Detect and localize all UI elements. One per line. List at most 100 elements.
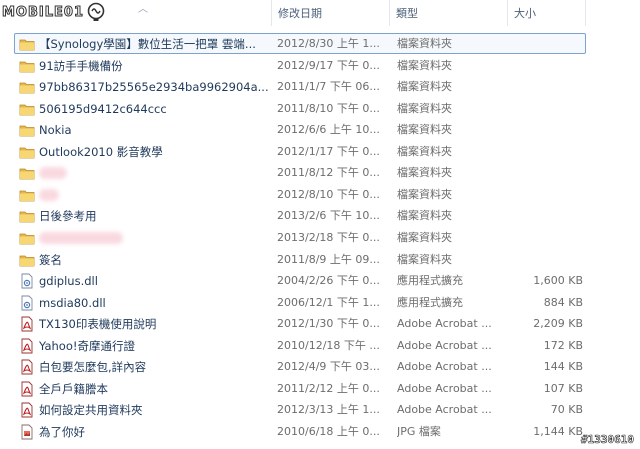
file-modified-date: 2011/8/12 下午 0... [277,166,380,180]
folder-icon [19,144,35,160]
folder-row[interactable]: Nokia 2012/6/6 上午 10... 檔案資料夾 [14,119,586,140]
column-header-type[interactable]: 類型 [390,0,508,26]
folder-row[interactable]: 2012/8/10 下午 0... 檔案資料夾 [14,184,586,205]
pdf-file-icon [19,381,35,397]
file-name: 簽名 [39,252,62,267]
dll-file-icon [19,295,35,311]
file-row[interactable]: TX130印表機使用說明 2012/1/30 下午 0... Adobe Acrob… [14,313,586,334]
file-row[interactable]: 白包要怎麼包,詳內容 2012/4/9 下午 03... Adobe Acrobat… [14,356,586,377]
file-row[interactable]: 為了你好 2010/6/18 上午 0... JPG 檔案 1,144 KB [14,421,586,442]
folder-icon [19,58,35,74]
file-modified-date: 2010/12/18 下午 ... [277,338,380,352]
file-size [515,99,583,119]
file-modified-date: 2012/3/13 上午 1... [277,403,380,417]
file-row[interactable]: msdia80.dll 2006/12/1 下午 1... 應用程式擴充 884 KB [14,292,586,313]
file-size [515,163,583,183]
column-header-date[interactable]: 修改日期 [272,0,390,26]
file-modified-date: 2012/8/10 下午 0... [277,187,380,201]
file-name: 91訪手手機備份 [39,58,123,73]
file-modified-date: 2012/1/17 下午 0... [277,144,380,158]
file-modified-date: 2011/8/10 下午 0... [277,101,380,115]
file-name: 日後參考用 [39,209,97,224]
folder-icon [19,252,35,268]
file-size: 2,209 KB [533,317,583,331]
folder-row[interactable]: 97bb86317b25565e2934ba9962904a... 2011/1/… [14,76,586,97]
file-name: Yahoo!奇摩通行證 [39,338,135,353]
file-type: 檔案資料夾 [397,144,452,158]
file-size [515,56,583,76]
watermark-text: #1330610 [581,433,635,447]
file-size [515,250,583,270]
file-type: 檔案資料夾 [397,230,452,244]
file-size: 144 KB [543,360,583,374]
dll-file-icon [19,273,35,289]
file-size: 1,600 KB [533,274,583,288]
file-name [39,163,283,183]
file-type: 檔案資料夾 [397,101,452,115]
file-name: TX130印表機使用說明 [39,317,157,332]
file-row[interactable]: Yahoo!奇摩通行證 2010/12/18 下午 ... Adobe Acroba… [14,335,586,356]
file-size [515,77,583,97]
file-modified-date: 2011/2/12 上午 0... [277,381,380,395]
file-row[interactable]: 全戶戶籍謄本 2011/2/12 上午 0... Adobe Acrobat ...… [14,378,586,399]
folder-row[interactable]: 簽名 2011/8/9 上午 09... 檔案資料夾 [14,249,586,270]
file-size [515,142,583,162]
folder-row[interactable]: 91訪手手機備份 2012/9/17 下午 0... 檔案資料夾 [14,55,586,76]
file-modified-date: 2013/2/18 下午 0... [277,230,380,244]
column-header-bar: MOBILE01 ︿ 修改日期 類型 大小 [0,0,640,26]
file-name [39,228,283,248]
jpg-file-icon [19,424,35,440]
file-type: 應用程式擴充 [397,274,463,288]
folder-icon [19,79,35,95]
file-modified-date: 2012/9/17 下午 0... [277,58,380,72]
folder-icon [19,36,35,52]
column-header-name[interactable] [14,0,272,26]
file-size: 884 KB [543,295,583,309]
file-modified-date: 2004/2/26 下午 0... [277,274,380,288]
file-type: 檔案資料夾 [397,80,452,94]
folder-row[interactable]: 2011/8/12 下午 0... 檔案資料夾 [14,162,586,183]
folder-row[interactable]: 日後參考用 2013/2/6 下午 10... 檔案資料夾 [14,205,586,226]
file-type: Adobe Acrobat ... [397,338,492,352]
file-name: 如何設定共用資料夾 [39,403,143,418]
file-name: 為了你好 [39,424,85,439]
file-size: 1,144 KB [533,424,583,438]
file-type: 檔案資料夾 [397,187,452,201]
file-name: msdia80.dll [39,295,106,310]
pdf-file-icon [19,338,35,354]
file-size [515,228,583,248]
file-name: 【Synology學園】數位生活一把罩 雲端... [39,37,256,51]
folder-row[interactable]: 【Synology學園】數位生活一把罩 雲端... 2012/8/30 上午 1.… [14,33,586,54]
folder-icon [19,165,35,181]
file-row[interactable]: 如何設定共用資料夾 2012/3/13 上午 1... Adobe Acrobat … [14,399,586,420]
folder-row[interactable]: 2013/2/18 下午 0... 檔案資料夾 [14,227,586,248]
file-modified-date: 2011/8/9 上午 09... [277,252,380,266]
file-type: Adobe Acrobat ... [397,403,492,417]
file-size [515,185,583,205]
folder-row[interactable]: 506195d9412c644ccc 2011/8/10 下午 0... 檔案資料夾 [14,98,586,119]
file-type: 檔案資料夾 [397,166,452,180]
file-size: 70 KB [550,403,583,417]
file-modified-date: 2012/1/30 下午 0... [277,317,380,331]
file-name: 97bb86317b25565e2934ba9962904a... [39,80,269,95]
file-type: JPG 檔案 [397,424,441,438]
file-modified-date: 2012/8/30 上午 1... [277,37,380,50]
file-name: 白包要怎麼包,詳內容 [39,360,147,375]
folder-icon [19,122,35,138]
file-type: 檔案資料夾 [397,209,452,223]
file-modified-date: 2013/2/6 下午 10... [277,209,380,223]
pdf-file-icon [19,402,35,418]
file-size: 107 KB [543,381,583,395]
file-name: Outlook2010 影音教學 [39,144,163,159]
file-row[interactable]: gdiplus.dll 2004/2/26 下午 0... 應用程式擴充 1,600 … [14,270,586,291]
file-type: 檔案資料夾 [397,123,452,137]
folder-icon [19,230,35,246]
file-type: 檔案資料夾 [397,58,452,72]
file-size [515,120,583,140]
folder-icon [19,187,35,203]
file-modified-date: 2011/1/7 下午 06... [277,80,380,94]
column-header-size[interactable]: 大小 [508,0,586,26]
file-type: 檔案資料夾 [397,252,452,266]
folder-row[interactable]: Outlook2010 影音教學 2012/1/17 下午 0... 檔案資料夾 [14,141,586,162]
file-size [515,206,583,226]
